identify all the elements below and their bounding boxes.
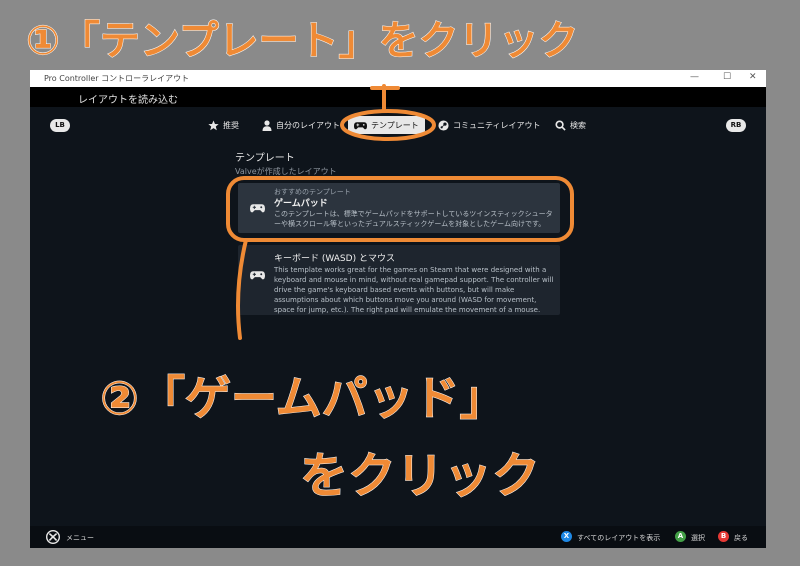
template-card-keyboard-mouse[interactable]: キーボード (WASD) とマウス This template works gr…: [238, 245, 560, 315]
template-description: This template works great for the games …: [274, 266, 554, 314]
search-icon: [555, 119, 566, 131]
star-icon: [208, 119, 219, 130]
x-button-icon[interactable]: X: [561, 531, 572, 542]
template-card-gamepad[interactable]: おすすめのテンプレート ゲームパッド このテンプレートは、標準でゲームパッドをサ…: [238, 183, 560, 233]
section-subtitle: Valveが作成したレイアウト: [235, 167, 337, 176]
steam-icon: [438, 119, 449, 131]
page-header: レイアウトを読み込む: [30, 87, 766, 107]
tab-label: 推奨: [223, 120, 239, 130]
tab-community-layouts[interactable]: コミュニティレイアウト: [438, 116, 541, 134]
rb-button[interactable]: RB: [726, 119, 746, 132]
tab-search[interactable]: 検索: [555, 116, 586, 134]
minimize-icon[interactable]: —: [690, 72, 699, 82]
template-name: キーボード (WASD) とマウス: [274, 254, 395, 264]
menu-label[interactable]: メニュー: [66, 533, 94, 543]
xbox-icon: [46, 530, 60, 544]
tab-bar: LB 推奨 自分のレイアウト テンプレート コミュニティレイアウト 検索 RB: [30, 112, 766, 138]
close-icon[interactable]: ✕: [749, 72, 757, 82]
section-title: テンプレート: [235, 153, 295, 164]
tab-label: コミュニティレイアウト: [453, 120, 541, 130]
page-title: レイアウトを読み込む: [78, 95, 178, 106]
gamepad-icon: [354, 121, 367, 129]
gamepad-icon: [250, 204, 265, 213]
back-label[interactable]: 戻る: [734, 533, 748, 543]
step1-annotation: ①「テンプレート」をクリック: [26, 18, 580, 65]
tab-label: 自分のレイアウト: [276, 120, 340, 130]
tab-recommended[interactable]: 推奨: [208, 116, 239, 134]
template-name: ゲームパッド: [274, 199, 328, 209]
view-all-layouts-label[interactable]: すべてのレイアウトを表示: [577, 533, 660, 543]
step2-annotation-line1: ②「ゲームパッド」: [100, 371, 507, 426]
lb-button[interactable]: LB: [50, 119, 70, 132]
select-label[interactable]: 選択: [691, 533, 705, 543]
tab-my-layouts[interactable]: 自分のレイアウト: [262, 116, 340, 134]
gamepad-icon: [250, 271, 265, 280]
title-bar: Pro Controller コントローラレイアウト — ☐ ✕: [30, 70, 766, 87]
step2-annotation-line2: をクリック: [299, 448, 541, 505]
maximize-icon[interactable]: ☐: [723, 72, 731, 82]
tab-label: テンプレート: [371, 120, 419, 130]
footer-bar: メニュー X すべてのレイアウトを表示 A 選択 B 戻る: [30, 526, 766, 548]
tab-templates[interactable]: テンプレート: [348, 116, 425, 134]
person-icon: [262, 119, 272, 131]
a-button-icon[interactable]: A: [675, 531, 686, 542]
window-title: Pro Controller コントローラレイアウト: [44, 74, 190, 83]
tab-label: 検索: [570, 120, 586, 130]
template-description: このテンプレートは、標準でゲームパッドをサポートしているツインスティックシュータ…: [274, 210, 553, 228]
b-button-icon[interactable]: B: [718, 531, 729, 542]
